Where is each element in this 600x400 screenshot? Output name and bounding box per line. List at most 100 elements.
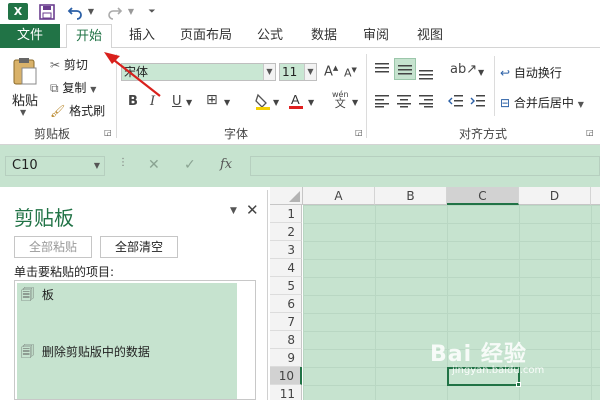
font-launcher-icon[interactable]: ◲ (355, 128, 363, 137)
copy-dropdown-icon[interactable]: ▼ (90, 85, 96, 94)
redo-icon[interactable] (106, 2, 124, 22)
tab-page-layout[interactable]: 页面布局 (176, 24, 236, 48)
alignment-group-label: 对齐方式 (458, 127, 507, 141)
ribbon-tabs: 文件 开始 插入 页面布局 公式 数据 审阅 视图 (0, 24, 600, 49)
name-box[interactable]: C10 ▼ (5, 156, 105, 176)
tab-insert[interactable]: 插入 (122, 24, 162, 48)
align-top-icon[interactable] (374, 62, 390, 79)
font-name-dropdown-icon[interactable]: ▼ (263, 64, 275, 80)
clipboard-pane-title: 剪贴板 (14, 206, 74, 230)
paste-icon[interactable] (10, 56, 40, 86)
fill-color-icon[interactable] (254, 92, 272, 113)
font-size-select[interactable]: 11 ▼ (279, 63, 317, 81)
row-header[interactable]: 7 (270, 313, 302, 331)
undo-icon[interactable] (66, 2, 84, 22)
tab-view[interactable]: 视图 (412, 24, 448, 48)
align-middle-icon[interactable] (394, 58, 416, 80)
insert-function-icon[interactable]: fx (220, 157, 232, 172)
bold-button[interactable]: B (128, 94, 138, 109)
fill-color-dropdown-icon[interactable]: ▼ (273, 98, 279, 107)
orientation-dropdown-icon[interactable]: ▼ (478, 68, 484, 77)
font-size-dropdown-icon[interactable]: ▼ (304, 64, 316, 80)
wrap-text-label: 自动换行 (513, 66, 562, 80)
customize-qat-icon[interactable]: ⏷ (146, 2, 158, 22)
underline-button[interactable]: U (172, 94, 182, 109)
formula-bar: C10 ▼ ⋮ ✕ ✓ fx (0, 145, 600, 187)
column-header-c[interactable]: C (447, 187, 519, 205)
document-icon: 🗐 (21, 345, 34, 360)
merge-center-button[interactable]: ⊟ 合并后居中 ▼ (500, 94, 584, 111)
tab-data[interactable]: 数据 (306, 24, 342, 48)
row-header[interactable]: 1 (270, 205, 302, 223)
copy-label: 复制 (62, 81, 87, 95)
worksheet-grid: A B C D 1 2 3 4 5 6 7 8 9 10 11 (270, 187, 600, 400)
wrap-text-icon: ↩ (500, 66, 511, 80)
italic-button[interactable]: I (150, 94, 155, 109)
name-box-dropdown-icon[interactable]: ▼ (94, 157, 100, 175)
group-divider (116, 54, 117, 138)
clipboard-item[interactable]: 🗐 删除剪贴版中的数据 (21, 343, 150, 365)
select-all-corner[interactable] (270, 187, 303, 205)
fill-handle[interactable] (516, 382, 521, 387)
row-header-active[interactable]: 10 (270, 367, 302, 385)
row-header[interactable]: 9 (270, 349, 302, 367)
save-icon[interactable] (38, 2, 56, 22)
font-name-select[interactable]: 宋体 ▼ (121, 63, 276, 81)
font-color-icon[interactable]: A (288, 92, 304, 113)
border-icon[interactable]: ⊞ (206, 92, 218, 108)
clipboard-item-list: 🗐 板 🗐 删除剪贴版中的数据 (14, 280, 256, 400)
paste-button[interactable]: 粘贴 (12, 90, 38, 109)
increase-font-icon[interactable]: A▲ (324, 64, 338, 79)
svg-text:A: A (291, 92, 300, 107)
align-right-icon[interactable] (418, 94, 434, 111)
clipboard-item-text: 板 (41, 288, 54, 302)
row-header[interactable]: 3 (270, 241, 302, 259)
column-header-a[interactable]: A (303, 187, 375, 205)
close-icon[interactable]: ✕ (246, 201, 259, 219)
tab-home[interactable]: 开始 (66, 24, 112, 49)
align-center-icon[interactable] (396, 94, 412, 111)
alignment-launcher-icon[interactable]: ◲ (586, 128, 594, 137)
increase-indent-icon[interactable] (470, 94, 486, 111)
column-header-b[interactable]: B (375, 187, 447, 205)
cancel-icon[interactable]: ✕ (148, 157, 160, 173)
paste-dropdown-icon[interactable]: ▼ (20, 108, 26, 117)
row-header[interactable]: 2 (270, 223, 302, 241)
enter-icon[interactable]: ✓ (184, 157, 196, 173)
orientation-icon[interactable]: ab↗ (450, 62, 477, 77)
font-color-dropdown-icon[interactable]: ▼ (308, 98, 314, 107)
column-header-d[interactable]: D (519, 187, 591, 205)
border-dropdown-icon[interactable]: ▼ (224, 98, 230, 107)
decrease-font-icon[interactable]: A▼ (344, 66, 357, 80)
row-header[interactable]: 6 (270, 295, 302, 313)
decrease-indent-icon[interactable] (448, 94, 464, 111)
clipboard-launcher-icon[interactable]: ◲ (104, 128, 112, 137)
clipboard-item[interactable]: 🗐 板 (21, 286, 54, 308)
row-header[interactable]: 5 (270, 277, 302, 295)
align-left-icon[interactable] (374, 94, 390, 111)
redo-dropdown-icon[interactable]: ▼ (126, 2, 136, 22)
row-header[interactable]: 8 (270, 331, 302, 349)
scissors-icon: ✂ (50, 58, 61, 72)
formula-input[interactable] (250, 156, 600, 176)
tab-review[interactable]: 审阅 (358, 24, 394, 48)
phonetic-dropdown-icon[interactable]: ▼ (352, 98, 358, 107)
clear-all-button[interactable]: 全部清空 (100, 236, 178, 258)
tab-formulas[interactable]: 公式 (252, 24, 288, 48)
row-header[interactable]: 11 (270, 385, 302, 400)
clipboard-group-label: 剪贴板 (33, 127, 70, 141)
pane-options-icon[interactable]: ▼ (230, 206, 237, 216)
wrap-text-button[interactable]: ↩ 自动换行 (500, 64, 562, 81)
merge-dropdown-icon[interactable]: ▼ (578, 100, 584, 109)
format-painter-button[interactable]: 🖌 格式刷 (50, 102, 105, 119)
column-header-e[interactable] (591, 187, 600, 205)
phonetic-guide-icon[interactable]: wén 文 (332, 90, 349, 109)
copy-button[interactable]: ⧉ 复制 ▼ (50, 79, 96, 96)
paste-all-button[interactable]: 全部粘贴 (14, 236, 92, 258)
underline-dropdown-icon[interactable]: ▼ (186, 98, 192, 107)
row-header[interactable]: 4 (270, 259, 302, 277)
undo-dropdown-icon[interactable]: ▼ (86, 2, 96, 22)
cut-button[interactable]: ✂ 剪切 (50, 56, 88, 73)
tab-file[interactable]: 文件 (0, 24, 60, 48)
align-bottom-icon[interactable] (418, 66, 434, 83)
